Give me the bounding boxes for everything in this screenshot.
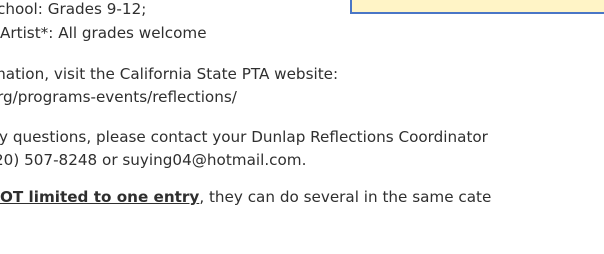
text-line-4: rg/programs-events/reflections/ xyxy=(0,88,237,106)
text-line-2: Artist*: All grades welcome xyxy=(0,24,207,42)
document-page: chool: Grades 9-12; Artist*: All grades … xyxy=(0,0,604,254)
text-line-7: OT limited to one entry, they can do sev… xyxy=(0,187,491,207)
callout-box xyxy=(350,0,604,14)
text-line-1: chool: Grades 9-12; xyxy=(0,0,147,18)
text-line-6: 20) 507-8248 or suying04@hotmail.com. xyxy=(0,151,307,169)
continuation-text: , they can do several in the same cate xyxy=(199,188,492,206)
text-line-5: y questions, please contact your Dunlap … xyxy=(0,128,488,146)
bold-underlined-text: OT limited to one entry xyxy=(0,188,200,206)
text-line-3: mation, visit the California State PTA w… xyxy=(0,65,339,83)
